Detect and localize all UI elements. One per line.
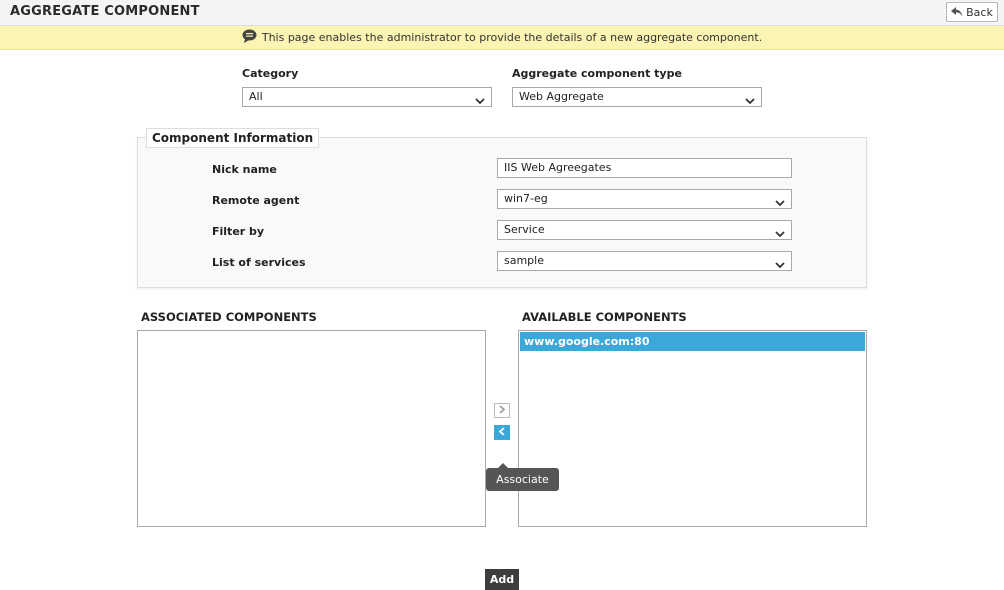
nick-name-input[interactable]: IIS Web Agreegates: [497, 158, 792, 178]
filter-by-select[interactable]: Service: [497, 220, 792, 240]
remote-agent-label: Remote agent: [212, 194, 300, 207]
associate-button[interactable]: [494, 425, 510, 440]
category-label: Category: [242, 67, 299, 80]
add-button[interactable]: Add: [485, 569, 519, 590]
component-type-label: Aggregate component type: [512, 67, 682, 80]
associated-components-list[interactable]: [137, 330, 486, 527]
available-components-list[interactable]: www.google.com:80: [518, 330, 867, 527]
associated-components-heading: ASSOCIATED COMPONENTS: [141, 310, 317, 324]
list-of-services-select[interactable]: sample: [497, 251, 792, 271]
nick-name-value: IIS Web Agreegates: [504, 161, 612, 174]
chevron-down-icon: [775, 257, 785, 275]
filter-by-value: Service: [504, 223, 545, 236]
available-components-heading: AVAILABLE COMPONENTS: [522, 310, 687, 324]
info-bar: This page enables the administrator to p…: [0, 26, 1004, 50]
component-type-select[interactable]: Web Aggregate: [512, 87, 762, 107]
move-right-button[interactable]: [494, 403, 510, 418]
chevron-down-icon: [775, 195, 785, 213]
list-item[interactable]: www.google.com:80: [520, 332, 865, 351]
category-select[interactable]: All: [242, 87, 492, 107]
back-arrow-icon: [951, 7, 963, 17]
info-message: This page enables the administrator to p…: [261, 31, 763, 44]
back-button-label: Back: [966, 5, 993, 19]
chevron-down-icon: [745, 93, 755, 111]
chevron-right-icon: [499, 404, 506, 417]
chevron-left-icon: [498, 426, 505, 439]
chevron-down-icon: [775, 226, 785, 244]
component-information-legend: Component Information: [146, 128, 320, 148]
speech-bubble-icon: [242, 29, 257, 46]
nick-name-label: Nick name: [212, 163, 277, 176]
component-type-value: Web Aggregate: [519, 90, 604, 103]
remote-agent-select[interactable]: win7-eg: [497, 189, 792, 209]
list-of-services-label: List of services: [212, 256, 306, 269]
page-header: AGGREGATE COMPONENT Back: [0, 0, 1004, 26]
chevron-down-icon: [475, 93, 485, 111]
associate-tooltip: Associate: [486, 468, 559, 491]
filter-by-label: Filter by: [212, 225, 265, 238]
remote-agent-value: win7-eg: [504, 192, 548, 205]
back-button[interactable]: Back: [946, 2, 998, 22]
page-title: AGGREGATE COMPONENT: [10, 4, 200, 19]
list-of-services-value: sample: [504, 254, 544, 267]
category-value: All: [249, 90, 263, 103]
